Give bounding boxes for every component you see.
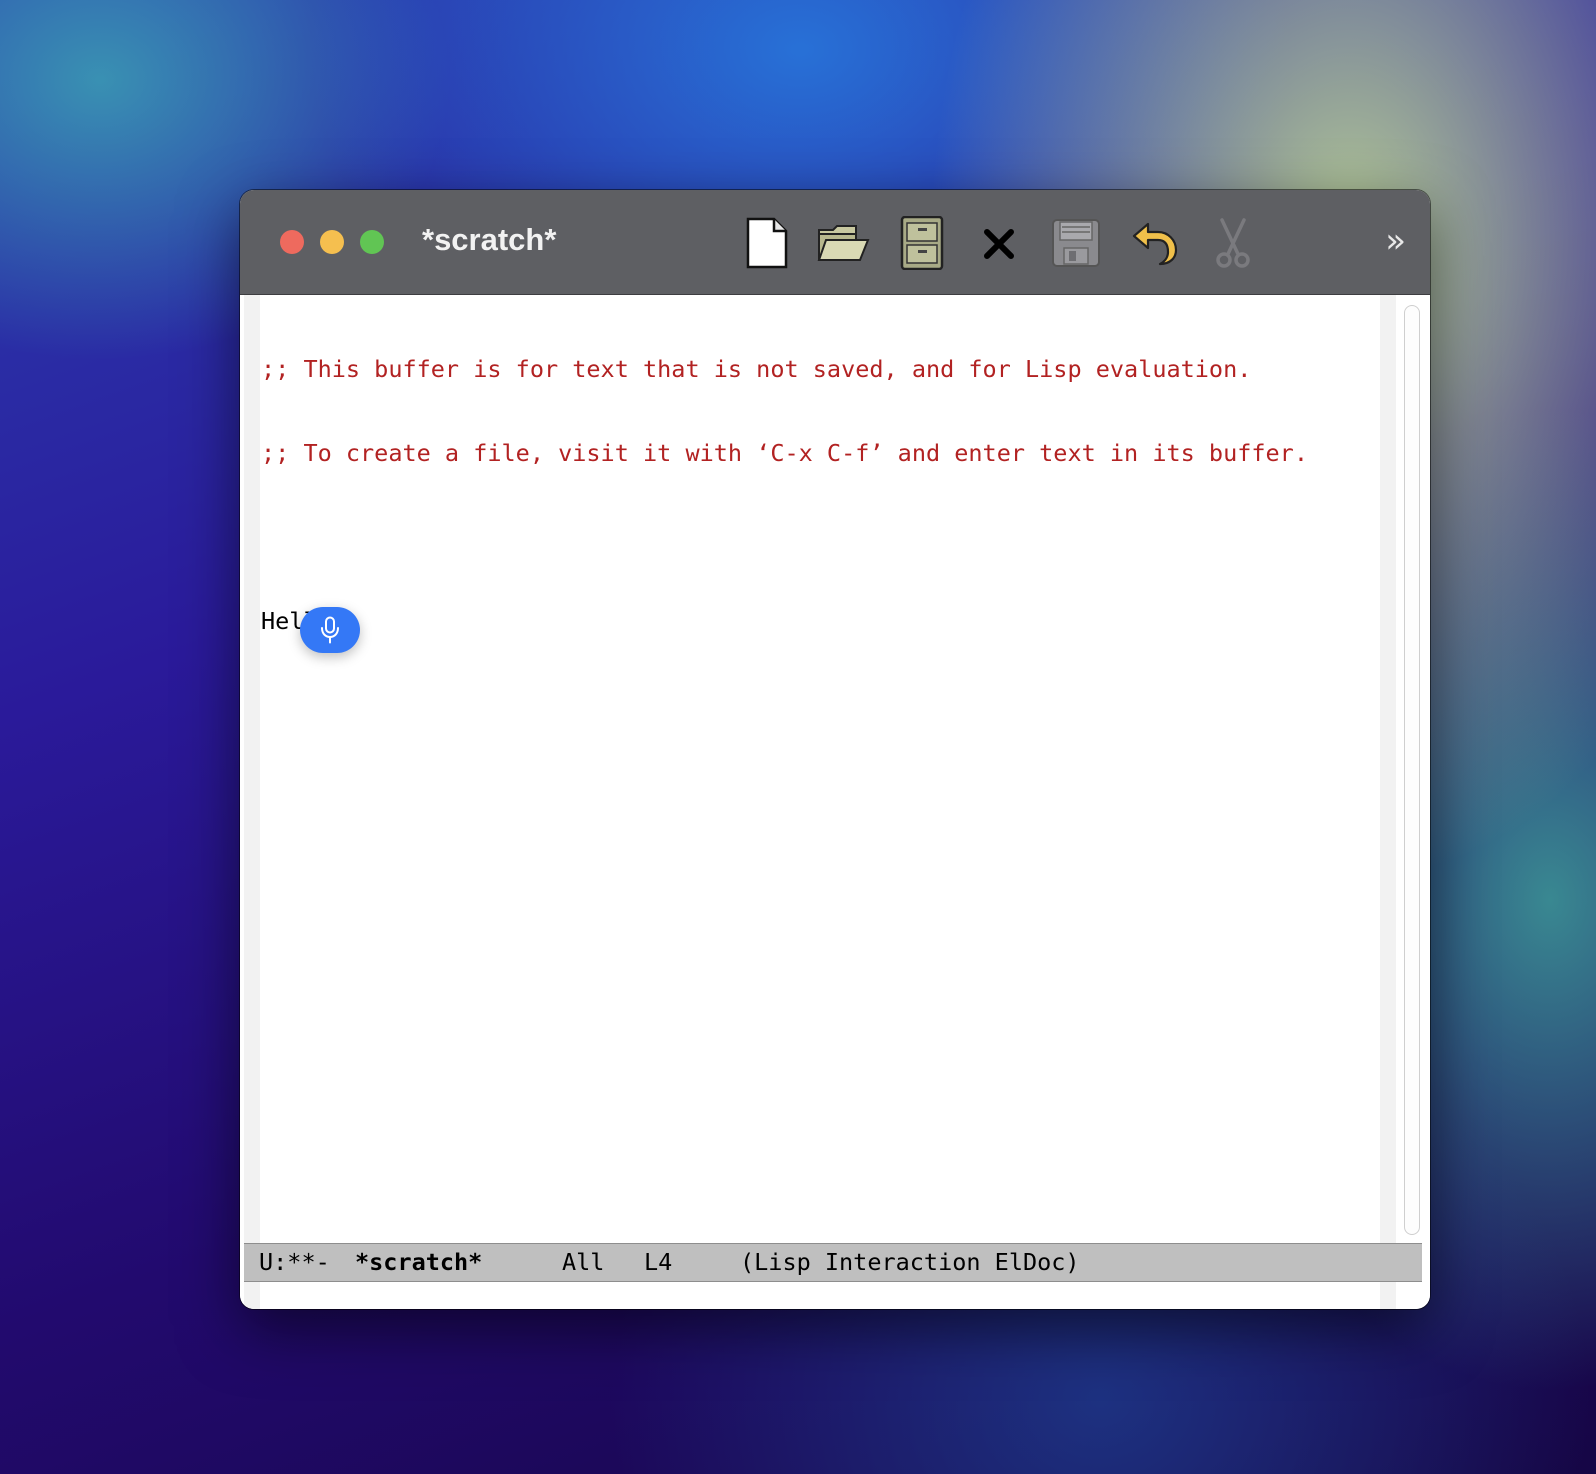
file-cabinet-icon — [900, 216, 944, 270]
open-folder-icon — [817, 225, 870, 261]
cut-button[interactable] — [1206, 216, 1260, 270]
close-window-button[interactable] — [280, 230, 304, 254]
toolbar-overflow-button[interactable]: » — [1385, 224, 1406, 258]
new-file-button[interactable] — [740, 216, 794, 270]
modeline-position: All — [562, 1248, 605, 1276]
modeline-line-number: L4 — [644, 1248, 673, 1276]
buffer-text[interactable]: ;; This buffer is for text that is not s… — [261, 299, 1308, 691]
minimize-window-button[interactable] — [320, 230, 344, 254]
empty-line — [261, 523, 1308, 551]
zoom-window-button[interactable] — [360, 230, 384, 254]
editor-area[interactable]: ;; This buffer is for text that is not s… — [240, 295, 1430, 1309]
minibuffer-right-fringe — [1380, 1282, 1396, 1309]
comment-line-2: ;; To create a file, visit it with ‘C-x … — [261, 439, 1308, 467]
title-bar[interactable]: *scratch* » — [240, 190, 1430, 295]
right-fringe — [1380, 295, 1396, 1243]
save-button[interactable] — [1049, 216, 1103, 270]
modeline-status: U:**- — [259, 1248, 330, 1276]
vertical-scrollbar[interactable] — [1404, 305, 1420, 1235]
mode-line[interactable]: U:**- *scratch* All L4 (Lisp Interaction… — [244, 1243, 1422, 1282]
close-buffer-icon — [984, 229, 1014, 259]
minibuffer-left-fringe — [244, 1282, 260, 1309]
kill-buffer-button[interactable] — [972, 216, 1026, 270]
dictation-button[interactable] — [300, 607, 360, 653]
modeline-buffer-name: *scratch* — [355, 1248, 483, 1276]
cut-scissors-icon — [1216, 218, 1250, 268]
window-title: *scratch* — [422, 222, 557, 257]
microphone-icon — [321, 616, 339, 644]
comment-line-1: ;; This buffer is for text that is not s… — [261, 355, 1252, 383]
save-floppy-icon — [1052, 219, 1100, 267]
undo-arrow-icon — [1132, 222, 1178, 266]
emacs-window: *scratch* » ;; This buffer is for text t… — [240, 190, 1430, 1309]
undo-button[interactable] — [1128, 216, 1182, 270]
left-fringe — [244, 295, 260, 1243]
open-file-button[interactable] — [816, 216, 870, 270]
dired-button[interactable] — [895, 216, 949, 270]
new-file-icon — [746, 217, 788, 269]
modeline-modes: (Lisp Interaction ElDoc) — [740, 1248, 1080, 1276]
hello-line: Hello — [261, 607, 332, 635]
